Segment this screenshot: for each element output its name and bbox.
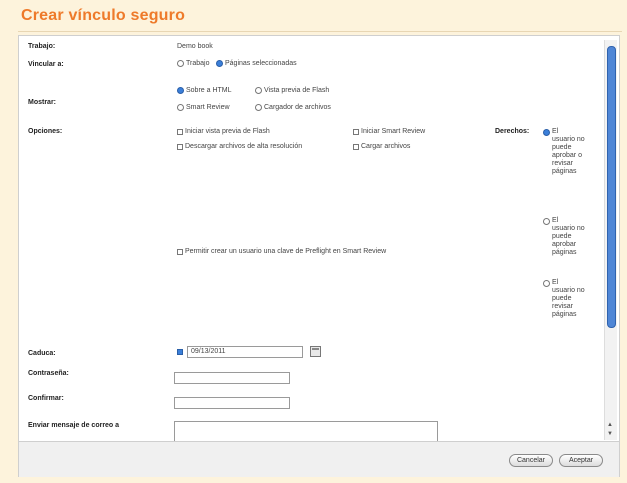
mensaje-label: Enviar mensaje de correo a [28,422,120,429]
derecho-1-radio[interactable] [543,129,550,136]
opcion-flash-text: Iniciar vista previa de Flash [185,128,270,135]
caduca-date-input[interactable]: 09/13/2011 [187,346,303,358]
vincular-trabajo-text: Trabajo [186,60,210,67]
caduca-label: Caduca: [28,350,56,357]
opcion-descargar-option[interactable]: Descargar archivos de alta resolución [177,143,302,150]
trabajo-value: Demo book [177,43,213,50]
opcion-preflight-text: Permitir crear un usuario una clave de P… [185,248,387,255]
vincular-paginas-text: Páginas seleccionadas [225,60,297,67]
opcion-cargar-option[interactable]: Cargar archivos [353,143,410,150]
mostrar-smartreview-option[interactable]: Smart Review [177,104,230,111]
mostrar-smartreview-radio[interactable] [177,104,184,111]
scroll-down-arrow-icon[interactable]: ▼ [607,431,613,437]
vincular-trabajo-radio[interactable] [177,60,184,67]
opcion-cargar-text: Cargar archivos [361,143,411,150]
derecho-1-text: El usuario no puede aprobar o revisar pá… [552,128,585,175]
mostrar-html-option[interactable]: Sobre a HTML [177,87,232,94]
derechos-label: Derechos: [495,128,530,135]
scroll-up-arrow-icon[interactable]: ▲ [607,422,613,428]
confirmar-label: Confirmar: [28,395,64,402]
mostrar-cargador-text: Cargador de archivos [264,104,331,111]
derecho-2-radio[interactable] [543,218,550,225]
opcion-smartreview-checkbox[interactable] [353,128,359,135]
opcion-flash-checkbox[interactable] [177,128,183,135]
opcion-smartreview-text: Iniciar Smart Review [361,128,426,135]
scrollbar-thumb[interactable] [607,46,616,328]
opcion-cargar-checkbox[interactable] [353,143,359,150]
opcion-smartreview-option[interactable]: Iniciar Smart Review [353,128,425,135]
caduca-checkbox[interactable] [177,349,183,355]
derecho-3-option[interactable]: El usuario no puede revisar páginas [543,279,585,319]
vincular-trabajo-option[interactable]: Trabajo [177,60,209,67]
opcion-preflight-option[interactable]: Permitir crear un usuario una clave de P… [177,248,386,255]
derecho-2-option[interactable]: El usuario no puede aprobar páginas [543,217,585,257]
mostrar-html-radio[interactable] [177,87,184,94]
page-title: Crear vínculo seguro [21,7,186,24]
calendar-icon[interactable] [310,346,321,357]
vincular-label: Vincular a: [28,61,64,68]
vertical-scrollbar[interactable]: ▲ ▼ [604,40,617,440]
opciones-label: Opciones: [28,128,63,135]
mostrar-flash-text: Vista previa de Flash [264,87,330,94]
mensaje-textarea[interactable] [174,421,438,441]
opcion-descargar-text: Descargar archivos de alta resolución [185,143,303,150]
confirmar-input[interactable] [174,397,290,409]
mostrar-flash-radio[interactable] [255,87,262,94]
contrasena-input[interactable] [174,372,290,384]
mostrar-cargador-option[interactable]: Cargador de archivos [255,104,331,111]
mostrar-flash-option[interactable]: Vista previa de Flash [255,87,329,94]
accept-button[interactable]: Aceptar [559,454,603,467]
vincular-paginas-option[interactable]: Páginas seleccionadas [216,60,297,67]
mostrar-smartreview-text: Smart Review [186,104,230,111]
derecho-2-text: El usuario no puede aprobar páginas [552,217,585,256]
contrasena-label: Contraseña: [28,370,69,377]
trabajo-label: Trabajo: [28,43,56,50]
dialog-footer: Cancelar Aceptar [19,441,619,477]
mostrar-label: Mostrar: [28,99,57,106]
title-divider [18,31,622,32]
opcion-flash-option[interactable]: Iniciar vista previa de Flash [177,128,270,135]
cancel-button[interactable]: Cancelar [509,454,553,467]
vincular-paginas-radio[interactable] [216,60,223,67]
secure-link-dialog: Trabajo: Demo book Vincular a: Trabajo P… [18,35,620,477]
derecho-3-text: El usuario no puede revisar páginas [552,279,585,318]
derecho-3-radio[interactable] [543,280,550,287]
opcion-preflight-checkbox[interactable] [177,248,183,255]
form-scroll-area: Trabajo: Demo book Vincular a: Trabajo P… [19,36,602,441]
mostrar-html-text: Sobre a HTML [186,87,232,94]
derecho-1-option[interactable]: El usuario no puede aprobar o revisar pá… [543,128,585,176]
opcion-descargar-checkbox[interactable] [177,143,183,150]
mostrar-cargador-radio[interactable] [255,104,262,111]
